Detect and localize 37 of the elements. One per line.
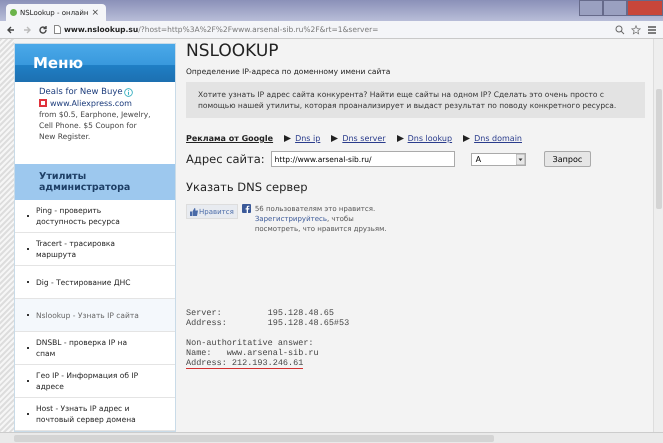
back-icon[interactable] bbox=[6, 24, 16, 34]
site-address-label: Адрес сайта: bbox=[186, 152, 265, 166]
menu-icon[interactable] bbox=[647, 24, 657, 34]
horizontal-scrollbar[interactable] bbox=[0, 432, 663, 443]
triangle-icon bbox=[331, 135, 338, 142]
ad-title[interactable]: Deals for New Buye bbox=[39, 86, 123, 98]
caret-icon bbox=[516, 154, 525, 164]
store-icon bbox=[39, 99, 47, 108]
triangle-icon bbox=[396, 135, 404, 142]
favicon-icon bbox=[10, 9, 17, 16]
submit-button[interactable]: Запрос bbox=[544, 151, 592, 167]
ads-label[interactable]: Реклама от Google bbox=[186, 134, 274, 143]
reload-icon[interactable] bbox=[38, 24, 48, 34]
dns-server-heading: Указать DNS сервер bbox=[186, 180, 309, 194]
vertical-scrollbar[interactable] bbox=[653, 39, 663, 432]
tab-close[interactable]: × bbox=[91, 8, 100, 18]
menu-heading: Меню bbox=[15, 44, 175, 82]
dns-link[interactable]: Dns ip bbox=[295, 134, 320, 143]
dns-link[interactable]: Dns lookup bbox=[408, 134, 452, 143]
record-type-select[interactable]: A bbox=[470, 152, 526, 166]
info-icon[interactable] bbox=[124, 88, 133, 97]
page-title: NSLOOKUP bbox=[186, 41, 280, 61]
section-heading: Утилиты администратора bbox=[15, 164, 175, 200]
dns-link[interactable]: Dns domain bbox=[474, 134, 522, 143]
nslookup-output: Server: 195.128.48.65 Address: 195.128.48.65#53 Non-authoritative answer: Name: www.arsenal-sib.ru Address: 212.193.246.61 bbox=[186, 308, 350, 371]
facebook-icon bbox=[242, 204, 251, 213]
triangle-icon bbox=[463, 135, 470, 142]
page-icon bbox=[54, 25, 61, 34]
minimize-button[interactable] bbox=[579, 0, 603, 16]
star-icon[interactable] bbox=[631, 24, 641, 34]
forward-icon[interactable] bbox=[22, 24, 32, 34]
maximize-button[interactable] bbox=[603, 0, 627, 16]
ad-site-link[interactable]: www.Aliexpress.com bbox=[50, 98, 132, 109]
triangle-icon bbox=[284, 135, 292, 142]
dns-link[interactable]: Dns server bbox=[342, 134, 386, 143]
zoom-icon[interactable] bbox=[615, 24, 625, 34]
thumbs-up-icon bbox=[190, 208, 198, 216]
